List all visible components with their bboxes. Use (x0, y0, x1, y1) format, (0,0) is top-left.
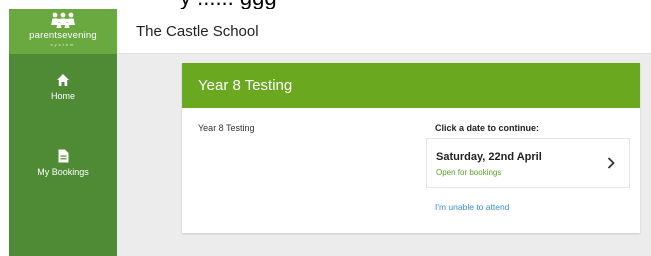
app-logo[interactable]: parentsevening system (9, 9, 117, 54)
date-prompt: Click a date to continue: (435, 123, 540, 133)
sidebar-item-my-bookings[interactable]: My Bookings (9, 149, 117, 177)
logo-text: parentsevening (29, 30, 97, 41)
date-option[interactable]: Saturday, 22nd April Open for bookings (426, 138, 630, 188)
clipped-top-text: y ...... ggg (120, 0, 651, 9)
document-icon (58, 149, 68, 163)
event-title: Year 8 Testing (198, 77, 293, 94)
logo-subtext: system (50, 42, 76, 47)
chevron-right-icon (607, 157, 615, 169)
home-icon (57, 74, 69, 86)
sidebar-item-label: My Bookings (37, 167, 89, 177)
sidebar-item-label: Home (50, 91, 75, 101)
top-header: The Castle School (117, 9, 651, 54)
sidebar: parentsevening system Home My Bookings (9, 9, 117, 256)
event-card: Year 8 Testing Year 8 Testing Click a da… (182, 63, 640, 233)
unable-to-attend-link[interactable]: I'm unable to attend (435, 202, 509, 212)
people-icon (51, 12, 75, 28)
event-card-header: Year 8 Testing (182, 63, 640, 108)
main-content: Year 8 Testing Year 8 Testing Click a da… (117, 54, 651, 256)
event-description: Year 8 Testing (198, 123, 255, 133)
booking-status: Open for bookings (436, 168, 502, 177)
sidebar-item-home[interactable]: Home (9, 73, 117, 101)
date-label: Saturday, 22nd April (436, 151, 542, 163)
clipped-text: y ...... ggg (180, 0, 277, 9)
school-name: The Castle School (136, 23, 259, 40)
